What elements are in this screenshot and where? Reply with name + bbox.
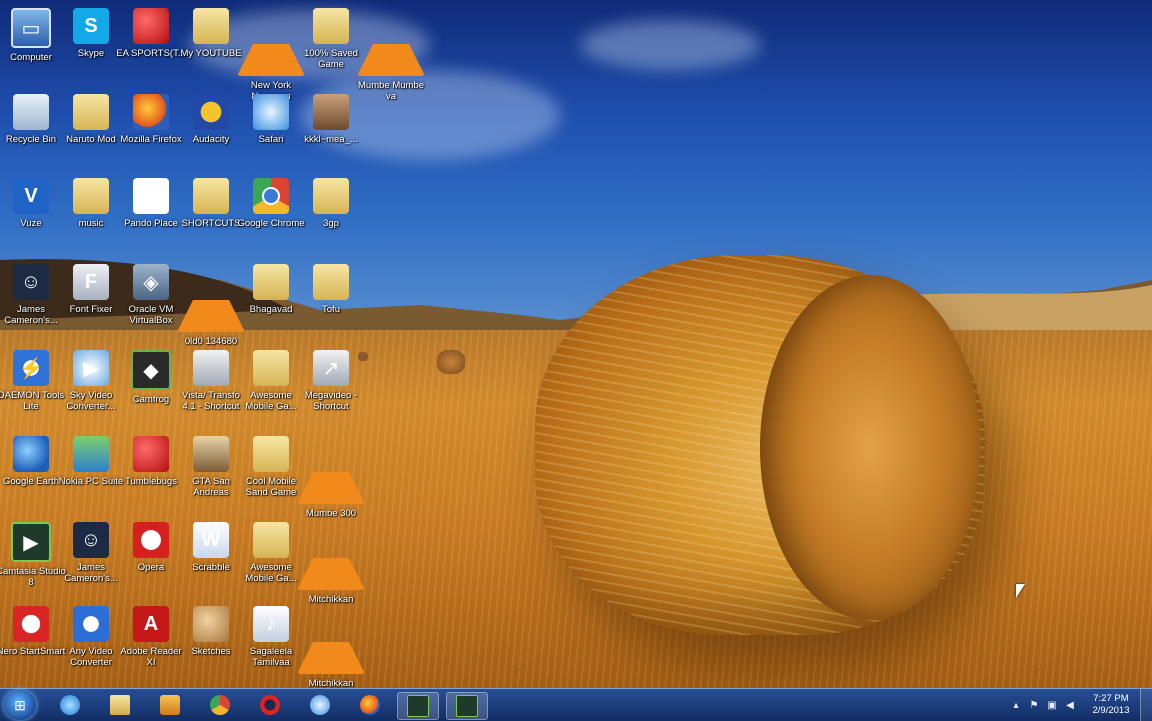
camfrog-icon: ◆ <box>131 350 171 390</box>
recycle-bin-icon <box>13 94 49 130</box>
folder-icon <box>253 522 289 558</box>
camtasia-icon: ▶ <box>11 522 51 562</box>
google-earth-icon <box>13 436 49 472</box>
wallpaper-cloud <box>580 20 760 70</box>
nokia-icon <box>73 436 109 472</box>
folder-icon <box>313 264 349 300</box>
firefox-icon <box>133 94 169 130</box>
vlc-icon <box>357 8 425 76</box>
desktop-icon-megavideo[interactable]: ↗ Megavideo - Shortcut <box>296 350 366 430</box>
virtualbox-icon: ◈ <box>133 264 169 300</box>
links-icon: ∞ <box>133 178 169 214</box>
vlc-icon <box>297 606 365 674</box>
folder-icon <box>110 695 130 715</box>
icon-label: Mumbe 300 <box>305 508 357 519</box>
opera-icon <box>133 522 169 558</box>
shortcut-icon: ↗ <box>313 350 349 386</box>
icon-label: Mitchikkan <box>308 678 354 688</box>
cricket-ball-icon <box>133 8 169 44</box>
chrome-icon <box>210 695 230 715</box>
avatar-game-icon: ☺ <box>73 522 109 558</box>
taskbar-internet-explorer[interactable] <box>50 692 90 718</box>
show-hidden-icons-icon[interactable]: ▴ <box>1010 699 1022 711</box>
folder-icon <box>253 436 289 472</box>
photo-icon <box>313 94 349 130</box>
folder-icon <box>193 178 229 214</box>
desktop-icon-3gp[interactable]: 3gp <box>296 178 366 258</box>
tweaks-icon <box>193 350 229 386</box>
folder-icon <box>253 264 289 300</box>
sky-video-icon: ▶ <box>73 350 109 386</box>
volume-icon[interactable]: ◀ <box>1064 699 1076 711</box>
computer-icon: ▭ <box>11 8 51 48</box>
any-video-icon <box>73 606 109 642</box>
camtasia-icon <box>407 695 429 717</box>
icon-label: Mitchikkan <box>308 594 354 605</box>
daemon-icon: ⚡ <box>13 350 49 386</box>
taskbar-camtasia-recorder[interactable] <box>446 692 488 720</box>
font-icon: F <box>73 264 109 300</box>
icon-label: Mumbe Mumbe va <box>358 80 424 102</box>
audacity-icon <box>193 94 229 130</box>
desktop-icon-tofu[interactable]: Tofu <box>296 264 366 344</box>
icon-label: kkkl~mea_... <box>304 134 358 145</box>
desktop-icon-mumbe-mumbe[interactable]: Mumbe Mumbe va <box>356 8 426 102</box>
clock-date: 2/9/2013 <box>1092 705 1130 716</box>
safari-icon <box>310 695 330 715</box>
palette-icon <box>193 606 229 642</box>
nero-icon <box>13 606 49 642</box>
icon-label: 3gp <box>323 218 339 229</box>
folder-icon <box>73 94 109 130</box>
vlc-icon <box>297 522 365 590</box>
desktop-icon-mumbe-300[interactable]: Mumbe 300 <box>296 436 366 519</box>
taskbar-clock[interactable]: 7:27 PM 2/9/2013 <box>1088 693 1134 717</box>
vlc-icon <box>177 264 245 332</box>
safari-icon <box>253 94 289 130</box>
taskbar-google-chrome[interactable] <box>200 692 240 718</box>
music-file-icon: ♪ <box>253 606 289 642</box>
wallpaper-hay-bale-face <box>760 275 980 620</box>
icon-label: Megavideo - Shortcut <box>304 390 358 412</box>
vlc-icon <box>297 436 365 504</box>
media-player-icon <box>160 695 180 715</box>
firefox-icon <box>360 695 380 715</box>
gta-icon <box>193 436 229 472</box>
ie-icon <box>60 695 80 715</box>
folder-icon <box>313 8 349 44</box>
taskbar[interactable]: ⊞ ▴ ⚑ ▣ ◀ 7:27 PM 2/9/2013 <box>0 688 1152 721</box>
clock-time: 7:27 PM <box>1093 693 1129 704</box>
taskbar-windows-explorer[interactable] <box>100 692 140 718</box>
network-icon[interactable]: ▣ <box>1046 699 1058 711</box>
pdf-icon: A <box>133 606 169 642</box>
camtasia-icon <box>456 695 478 717</box>
folder-icon <box>193 8 229 44</box>
vlc-icon <box>237 8 305 76</box>
opera-icon <box>260 695 280 715</box>
vuze-icon: V <box>13 178 49 214</box>
icon-label: Tofu <box>322 304 340 315</box>
system-tray: ▴ ⚑ ▣ ◀ <box>1010 689 1082 721</box>
desktop[interactable]: ▭ Computer Recycle Bin V Vuze ☺ James Camer… <box>0 0 1152 688</box>
wallpaper-small-bale <box>437 350 465 374</box>
show-desktop-button[interactable] <box>1140 689 1152 721</box>
avatar-game-icon: ☺ <box>13 264 49 300</box>
chrome-icon <box>253 178 289 214</box>
word-doc-icon: W <box>193 522 229 558</box>
folder-icon <box>253 350 289 386</box>
taskbar-camtasia-studio[interactable] <box>397 692 439 720</box>
desktop-icon-photo[interactable]: kkkl~mea_... <box>296 94 366 174</box>
taskbar-media-player[interactable] <box>150 692 190 718</box>
taskbar-opera[interactable] <box>250 692 290 718</box>
desktop-icon-mitchikkan-2[interactable]: Mitchikkan <box>296 606 366 688</box>
ladybug-icon <box>133 436 169 472</box>
desktop-icon-mitchikkan[interactable]: Mitchikkan <box>296 522 366 605</box>
start-button[interactable]: ⊞ <box>4 690 36 720</box>
taskbar-safari[interactable] <box>300 692 340 718</box>
folder-icon <box>73 178 109 214</box>
action-center-flag-icon[interactable]: ⚑ <box>1028 699 1040 711</box>
folder-icon <box>313 178 349 214</box>
skype-icon: S <box>73 8 109 44</box>
taskbar-firefox[interactable] <box>350 692 390 718</box>
mouse-cursor-icon <box>1016 584 1025 598</box>
